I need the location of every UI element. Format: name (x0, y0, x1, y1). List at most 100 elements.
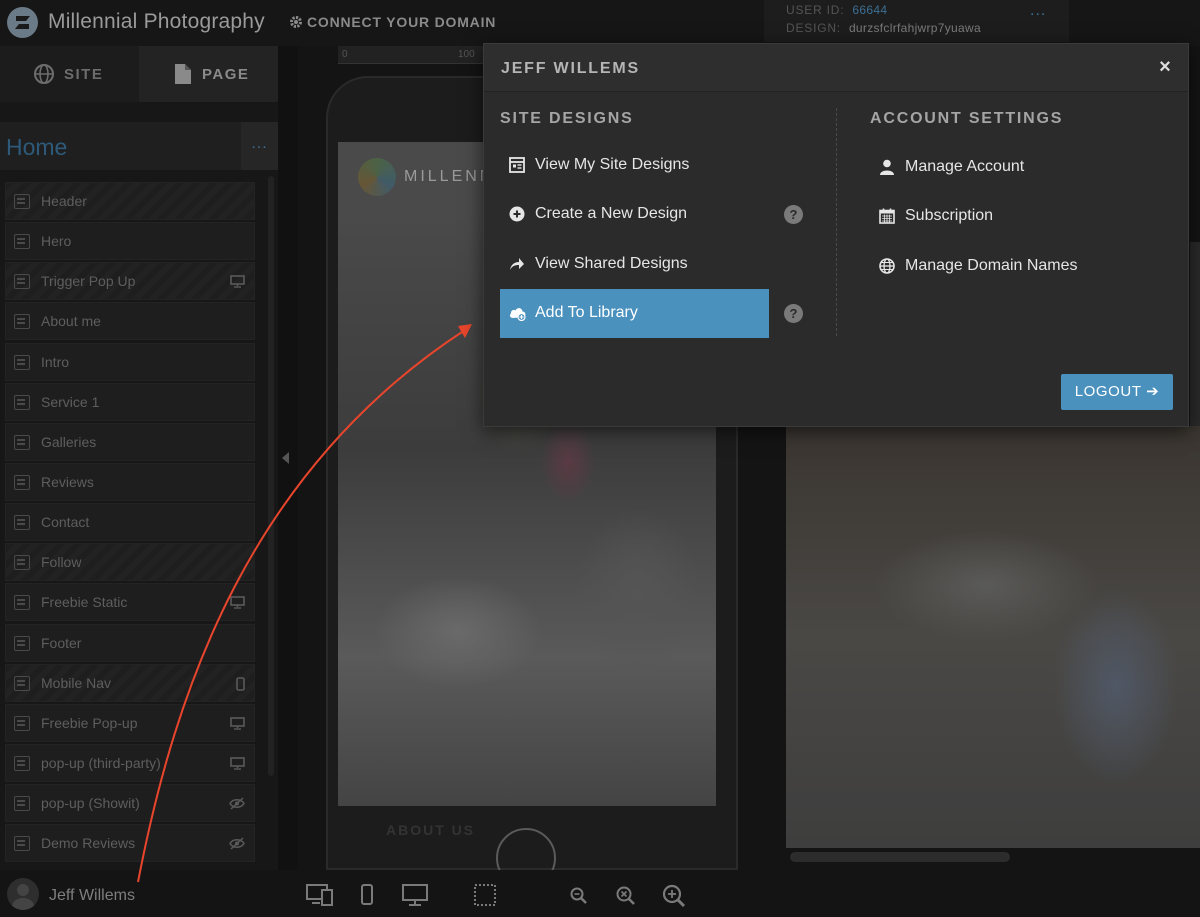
mobile-view-icon[interactable] (360, 884, 374, 906)
menu-item-label: Subscription (905, 207, 994, 224)
section-icon (14, 474, 30, 490)
sidebar-section-row[interactable]: Footer (5, 623, 255, 662)
subscription-button[interactable]: Subscription (870, 192, 1170, 241)
create-new-design-button[interactable]: Create a New Design (500, 190, 769, 239)
user-id-value: 66644 (852, 3, 888, 17)
share-arrow-icon (510, 258, 524, 270)
plus-circle-icon (509, 206, 525, 222)
section-visibility[interactable] (236, 676, 245, 696)
tab-site[interactable]: SITE (0, 46, 139, 102)
sidebar-section-row[interactable]: Follow (5, 543, 255, 582)
view-my-site-designs-button[interactable]: View My Site Designs (500, 141, 769, 190)
ruler-tick: 100 (458, 49, 475, 60)
section-visibility[interactable] (229, 837, 245, 855)
sidebar-section-row[interactable]: Trigger Pop Up (5, 262, 255, 301)
modal-title: JEFF WILLEMS (501, 60, 640, 77)
manage-domain-names-button[interactable]: Manage Domain Names (870, 242, 1170, 291)
section-visibility[interactable] (230, 757, 245, 775)
desktop-and-mobile-view-icon[interactable] (306, 884, 334, 906)
section-label: Service 1 (41, 393, 100, 410)
desktop-only-icon (230, 275, 245, 288)
section-icon (14, 394, 30, 410)
page-icon (175, 64, 191, 84)
zoom-out-icon[interactable] (570, 887, 588, 905)
section-label: Reviews (41, 473, 94, 490)
user-info-more-button[interactable]: ... (1030, 2, 1046, 20)
section-icon (14, 234, 30, 250)
section-label: Galleries (41, 433, 97, 450)
section-icon (14, 434, 30, 450)
sidebar-tabs: SITE PAGE (0, 46, 278, 102)
nav-about-link[interactable]: ABOUT US (386, 822, 475, 838)
page-more-button[interactable]: ... (241, 122, 278, 170)
close-icon[interactable]: × (1152, 54, 1178, 80)
section-visibility[interactable] (230, 275, 245, 293)
sidebar-section-row[interactable]: Demo Reviews (5, 824, 255, 863)
desktop-preview[interactable] (786, 426, 1200, 848)
add-to-library-button[interactable]: Add To Library (500, 289, 769, 338)
section-icon (14, 555, 30, 571)
section-visibility[interactable] (229, 797, 245, 815)
sidebar-scrollbar[interactable] (268, 176, 274, 776)
section-icon (14, 715, 30, 731)
sidebar-section-row[interactable]: Contact (5, 503, 255, 542)
add-to-library-help-icon[interactable]: ? (784, 304, 803, 323)
desktop-preview-scrollbar[interactable] (790, 852, 1010, 862)
sidebar-section-row[interactable]: Service 1 (5, 382, 255, 421)
page-name[interactable]: Home (6, 134, 67, 161)
section-icon (14, 796, 30, 812)
sidebar-section-row[interactable]: Galleries (5, 422, 255, 461)
create-design-help-icon[interactable]: ? (784, 205, 803, 224)
section-label: pop-up (Showit) (41, 795, 140, 812)
manage-account-button[interactable]: Manage Account (870, 143, 1170, 192)
zoom-in-icon[interactable] (662, 884, 686, 908)
section-label: Freebie Static (41, 594, 128, 611)
section-icon (14, 314, 30, 330)
section-label: Freebie Pop-up (41, 714, 138, 731)
sidebar-section-row[interactable]: Freebie Pop-up (5, 703, 255, 742)
sidebar-section-row[interactable]: About me (5, 302, 255, 341)
hidden-eye-icon (229, 797, 245, 810)
grid-selection-icon[interactable] (474, 884, 496, 906)
sidebar-section-row[interactable]: Reviews (5, 462, 255, 501)
user-name-button[interactable]: Jeff Willems (49, 887, 135, 905)
desktop-view-icon[interactable] (402, 884, 428, 906)
section-label: Mobile Nav (41, 674, 112, 691)
section-label: Footer (41, 634, 82, 651)
section-icon (14, 755, 30, 771)
sidebar-section-row[interactable]: pop-up (third-party) (5, 743, 255, 782)
menu-item-label: Create a New Design (535, 205, 688, 222)
avatar[interactable] (7, 878, 39, 910)
menu-item-label: Add To Library (535, 304, 638, 321)
sidebar-section-row[interactable]: Intro (5, 342, 255, 381)
section-list: Header Hero Trigger Pop Up About me Intro Ser… (5, 182, 255, 864)
section-visibility[interactable] (230, 596, 245, 614)
sidebar-section-row[interactable]: pop-up (Showit) (5, 784, 255, 823)
connect-domain-button[interactable]: CONNECT YOUR DOMAIN (289, 14, 496, 30)
modal-header: JEFF WILLEMS × (484, 44, 1188, 92)
section-label: Intro (41, 353, 70, 370)
section-visibility[interactable] (230, 717, 245, 735)
view-shared-designs-button[interactable]: View Shared Designs (500, 240, 769, 289)
section-label: Follow (41, 554, 82, 571)
logout-button[interactable]: LOGOUT ➔ (1061, 374, 1173, 410)
design-label: DESIGN: (786, 21, 841, 35)
menu-item-label: View My Site Designs (535, 156, 690, 173)
connect-domain-label: CONNECT YOUR DOMAIN (307, 14, 497, 30)
menu-item-label: Manage Domain Names (905, 257, 1078, 274)
section-label: About me (41, 313, 101, 330)
tab-page[interactable]: PAGE (139, 46, 278, 102)
sidebar-section-row[interactable]: Header (5, 182, 255, 220)
sidebar-section-row[interactable]: Freebie Static (5, 583, 255, 622)
sidebar-section-row[interactable]: Hero (5, 222, 255, 261)
tab-site-label: SITE (64, 66, 104, 83)
zoom-reset-icon[interactable] (616, 886, 636, 906)
ruler-tick: 0 (342, 49, 348, 60)
app-logo-icon[interactable] (7, 7, 38, 38)
desktop-only-icon (230, 596, 245, 610)
account-modal: JEFF WILLEMS × SITE DESIGNS ACCOUNT SETT… (483, 43, 1189, 427)
collapse-sidebar-icon[interactable] (282, 452, 289, 464)
section-icon (14, 595, 30, 611)
user-id-label: USER ID: (786, 3, 845, 17)
sidebar-section-row[interactable]: Mobile Nav (5, 663, 255, 702)
